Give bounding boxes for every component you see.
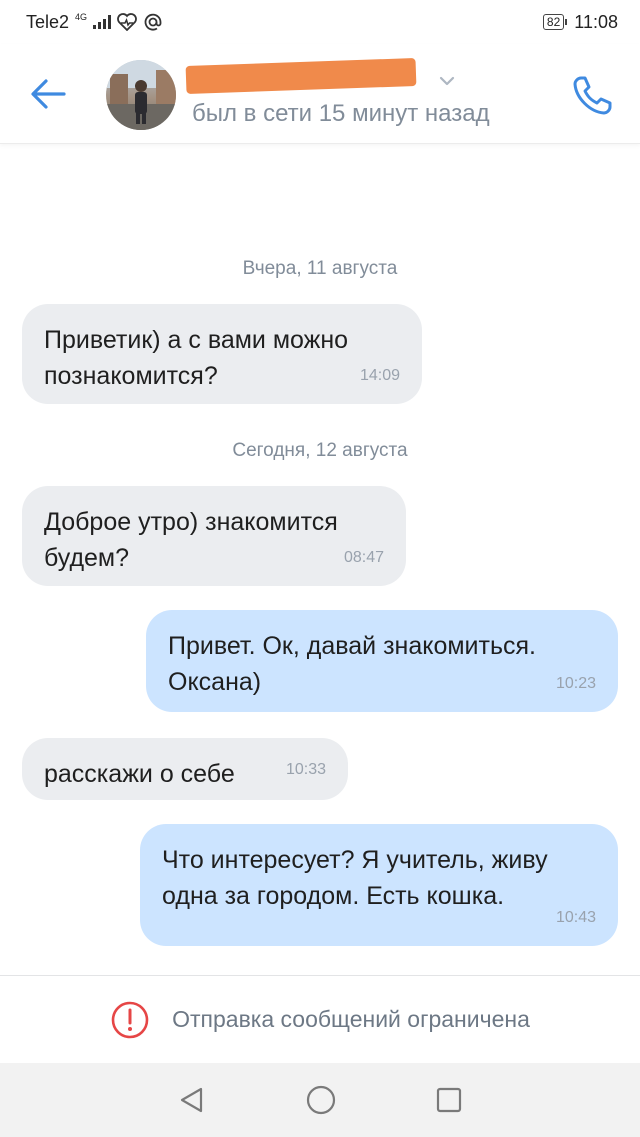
square-recents-icon[interactable]: [435, 1086, 463, 1114]
message-time: 10:33: [285, 761, 326, 778]
avatar[interactable]: [106, 60, 176, 130]
message-text: Доброе утро) знакомится будем?: [44, 508, 338, 572]
message-time: 10:23: [555, 675, 596, 692]
date-separator: Сегодня, 12 августа: [232, 440, 408, 461]
network-type: 4G: [75, 11, 88, 22]
carrier-label: Tele2: [26, 11, 70, 32]
triangle-back-icon[interactable]: [177, 1085, 207, 1115]
status-right: 82 11:08: [542, 11, 618, 33]
message-bubble-incoming[interactable]: расскажи о себе 10:33: [22, 738, 348, 800]
restriction-text: Отправка сообщений ограничена: [172, 1006, 530, 1032]
system-nav-bar: [0, 1063, 640, 1137]
last-seen-status: был в сети 15 минут назад: [192, 100, 490, 127]
exclamation-circle-icon: [111, 1001, 149, 1038]
message-text: Привет. Ок, давай знакомиться. Оксана): [168, 632, 536, 696]
signal-icon: [93, 15, 112, 29]
chat-header: Па... ...з был в сети 15 минут назад: [0, 44, 640, 144]
date-separator: Вчера, 11 августа: [242, 258, 398, 279]
message-time: 14:09: [359, 367, 400, 384]
message-text: Приветик) а с вами можно познакомится?: [44, 326, 349, 390]
status-left: Tele2 4G: [26, 12, 163, 33]
message-bubble-outgoing[interactable]: Что интересует? Я учитель, живу одна за …: [140, 824, 618, 946]
arrow-left-icon: [31, 79, 66, 109]
health-icon: [117, 13, 137, 31]
chevron-down-icon[interactable]: [438, 74, 456, 88]
clock: 11:08: [574, 11, 618, 32]
message-bubble-outgoing[interactable]: Привет. Ок, давай знакомиться. Оксана) 1…: [146, 610, 618, 712]
call-button[interactable]: [570, 72, 616, 118]
message-bubble-incoming[interactable]: Приветик) а с вами можно познакомится? 1…: [22, 304, 422, 404]
message-time: 08:47: [343, 549, 384, 566]
messaging-restricted-banner: Отправка сообщений ограничена: [0, 975, 640, 1063]
message-bubble-incoming[interactable]: Доброе утро) знакомится будем? 08:47: [22, 486, 406, 586]
back-button[interactable]: [26, 74, 70, 114]
phone-icon: [573, 76, 612, 115]
at-icon: [144, 13, 162, 31]
battery-icon: 82: [542, 14, 568, 30]
circle-home-icon[interactable]: [305, 1084, 337, 1116]
message-text: Что интересует? Я учитель, живу одна за …: [162, 846, 548, 910]
status-bar: Tele2 4G 82 11:08: [0, 0, 640, 44]
message-text: расскажи о себе: [44, 760, 235, 788]
avatar-photo: [106, 60, 176, 130]
message-time: 10:43: [555, 909, 596, 926]
